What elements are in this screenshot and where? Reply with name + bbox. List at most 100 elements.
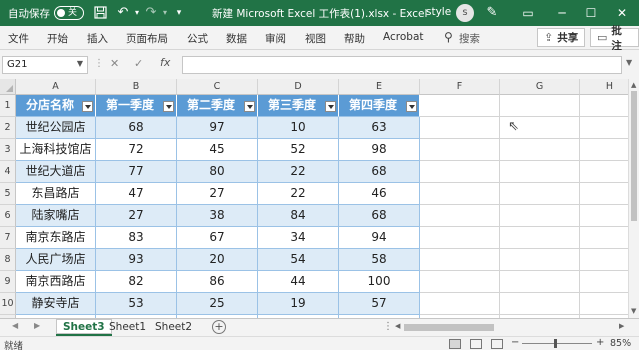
spreadsheet-grid[interactable]: ⇖ ABCDEFGH1234567891011分店名称第一季度第二季度第三季度第… bbox=[0, 79, 628, 318]
empty-cell[interactable] bbox=[420, 161, 500, 183]
row-header-6[interactable]: 6 bbox=[0, 205, 16, 227]
table-header-cell[interactable]: 第二季度 bbox=[177, 95, 258, 117]
scroll-up-icon[interactable]: ▲ bbox=[631, 81, 636, 89]
cancel-icon[interactable]: ✕ bbox=[110, 57, 119, 70]
tab-file[interactable]: 文件 bbox=[8, 31, 29, 46]
column-header-f[interactable]: F bbox=[420, 79, 500, 95]
empty-cell[interactable] bbox=[420, 183, 500, 205]
table-cell[interactable]: 34 bbox=[258, 227, 339, 249]
empty-cell[interactable] bbox=[580, 183, 628, 205]
insert-function-icon[interactable]: fx bbox=[160, 56, 170, 69]
column-header-a[interactable]: A bbox=[16, 79, 96, 95]
zoom-in-icon[interactable]: + bbox=[596, 337, 604, 348]
table-cell[interactable]: 54 bbox=[258, 249, 339, 271]
empty-cell[interactable] bbox=[500, 227, 580, 249]
row-header-9[interactable]: 9 bbox=[0, 271, 16, 293]
table-cell[interactable]: 93 bbox=[96, 249, 177, 271]
table-cell[interactable]: 陆家嘴店 bbox=[16, 205, 96, 227]
table-cell[interactable]: 83 bbox=[96, 227, 177, 249]
table-cell[interactable]: 94 bbox=[339, 227, 420, 249]
select-all-button[interactable] bbox=[0, 79, 16, 95]
more-sheets-icon[interactable]: ⋮ bbox=[383, 321, 393, 332]
table-cell[interactable]: 27 bbox=[96, 205, 177, 227]
tab-acrobat[interactable]: Acrobat bbox=[383, 31, 424, 43]
table-cell[interactable]: 63 bbox=[339, 117, 420, 139]
table-cell[interactable]: 68 bbox=[96, 117, 177, 139]
expand-formula-icon[interactable]: ▼ bbox=[626, 58, 632, 67]
empty-cell[interactable] bbox=[500, 249, 580, 271]
save-icon[interactable] bbox=[92, 4, 108, 21]
horizontal-scroll-thumb[interactable] bbox=[404, 324, 494, 331]
close-icon[interactable]: ✕ bbox=[611, 3, 633, 23]
row-header-8[interactable]: 8 bbox=[0, 249, 16, 271]
table-cell[interactable]: 46 bbox=[339, 183, 420, 205]
table-cell[interactable]: 南京西路店 bbox=[16, 271, 96, 293]
table-cell[interactable]: 上海科技馆店 bbox=[16, 139, 96, 161]
table-cell[interactable]: 68 bbox=[339, 205, 420, 227]
table-cell[interactable]: 静安寺店 bbox=[16, 293, 96, 315]
column-header-g[interactable]: G bbox=[500, 79, 580, 95]
row-header-3[interactable]: 3 bbox=[0, 139, 16, 161]
row-header-4[interactable]: 4 bbox=[0, 161, 16, 183]
maximize-icon[interactable]: ☐ bbox=[580, 3, 602, 23]
table-cell[interactable]: 68 bbox=[339, 161, 420, 183]
empty-cell[interactable] bbox=[580, 95, 628, 117]
filter-dropdown-icon[interactable] bbox=[406, 101, 417, 112]
empty-cell[interactable] bbox=[420, 95, 500, 117]
empty-cell[interactable] bbox=[500, 183, 580, 205]
empty-cell[interactable] bbox=[580, 139, 628, 161]
add-sheet-icon[interactable]: + bbox=[212, 320, 226, 334]
empty-cell[interactable] bbox=[420, 271, 500, 293]
normal-view-icon[interactable] bbox=[449, 339, 461, 349]
table-header-cell[interactable]: 分店名称 bbox=[16, 95, 96, 117]
table-header-cell[interactable]: 第四季度 bbox=[339, 95, 420, 117]
name-box[interactable]: G21 ▼ bbox=[2, 56, 88, 74]
row-header-7[interactable]: 7 bbox=[0, 227, 16, 249]
empty-cell[interactable] bbox=[580, 161, 628, 183]
user-name[interactable]: style bbox=[426, 6, 451, 18]
empty-cell[interactable] bbox=[500, 293, 580, 315]
table-header-cell[interactable]: 第一季度 bbox=[96, 95, 177, 117]
table-header-cell[interactable]: 第三季度 bbox=[258, 95, 339, 117]
empty-cell[interactable] bbox=[580, 293, 628, 315]
table-cell[interactable]: 38 bbox=[177, 205, 258, 227]
page-break-view-icon[interactable] bbox=[491, 339, 503, 349]
filter-dropdown-icon[interactable] bbox=[82, 101, 93, 112]
empty-cell[interactable] bbox=[580, 227, 628, 249]
minimize-icon[interactable]: ─ bbox=[551, 3, 573, 23]
table-cell[interactable]: 80 bbox=[177, 161, 258, 183]
customize-toolbar-icon[interactable]: ▾ bbox=[171, 4, 187, 21]
empty-cell[interactable] bbox=[420, 117, 500, 139]
empty-cell[interactable] bbox=[420, 249, 500, 271]
zoom-slider[interactable] bbox=[522, 343, 592, 344]
table-cell[interactable]: 47 bbox=[96, 183, 177, 205]
table-cell[interactable]: 25 bbox=[177, 293, 258, 315]
empty-cell[interactable] bbox=[500, 95, 580, 117]
sheet-tab-sheet2[interactable]: Sheet2 bbox=[148, 319, 199, 336]
empty-cell[interactable] bbox=[500, 205, 580, 227]
row-header-2[interactable]: 2 bbox=[0, 117, 16, 139]
table-cell[interactable]: 44 bbox=[258, 271, 339, 293]
empty-cell[interactable] bbox=[420, 293, 500, 315]
empty-cell[interactable] bbox=[420, 227, 500, 249]
empty-cell[interactable] bbox=[580, 271, 628, 293]
table-cell[interactable]: 97 bbox=[177, 117, 258, 139]
tab-review[interactable]: 审阅 bbox=[265, 31, 286, 46]
table-cell[interactable]: 53 bbox=[96, 293, 177, 315]
empty-cell[interactable] bbox=[500, 271, 580, 293]
enter-icon[interactable]: ✓ bbox=[134, 57, 143, 70]
table-cell[interactable]: 东昌路店 bbox=[16, 183, 96, 205]
empty-cell[interactable] bbox=[580, 205, 628, 227]
row-header-1[interactable]: 1 bbox=[0, 95, 16, 117]
tab-view[interactable]: 视图 bbox=[305, 31, 326, 46]
table-cell[interactable]: 20 bbox=[177, 249, 258, 271]
table-cell[interactable]: 98 bbox=[339, 139, 420, 161]
column-header-c[interactable]: C bbox=[177, 79, 258, 95]
tab-data[interactable]: 数据 bbox=[226, 31, 247, 46]
table-cell[interactable]: 10 bbox=[258, 117, 339, 139]
tab-help[interactable]: 帮助 bbox=[344, 31, 365, 46]
table-cell[interactable]: 67 bbox=[177, 227, 258, 249]
filter-dropdown-icon[interactable] bbox=[163, 101, 174, 112]
row-header-5[interactable]: 5 bbox=[0, 183, 16, 205]
table-cell[interactable]: 45 bbox=[177, 139, 258, 161]
